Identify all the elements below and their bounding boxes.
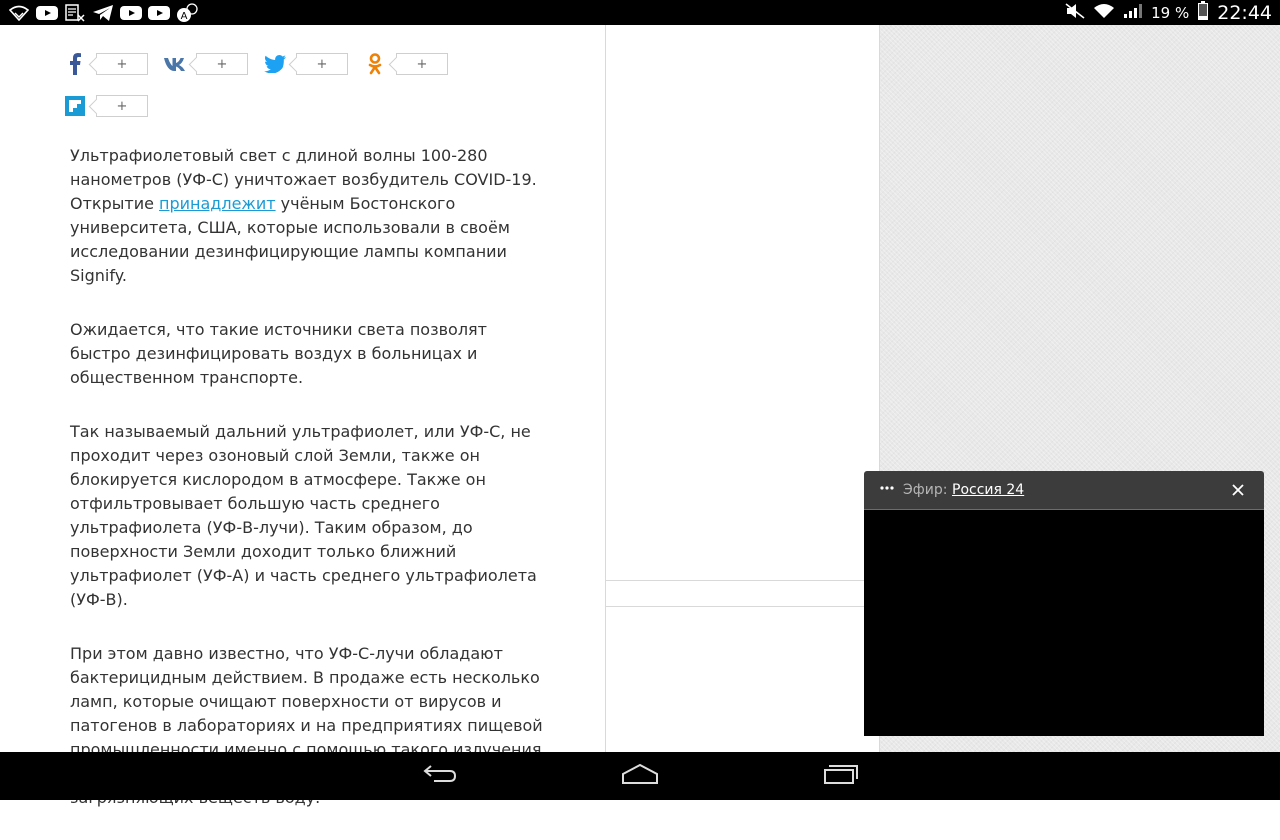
- share-count[interactable]: +: [196, 53, 248, 75]
- close-icon[interactable]: [1230, 482, 1246, 498]
- youtube-icon: [148, 5, 170, 21]
- share-vk[interactable]: +: [164, 53, 248, 75]
- divider: [606, 606, 879, 607]
- share-count[interactable]: +: [96, 95, 148, 117]
- recent-apps-button[interactable]: [820, 762, 860, 790]
- article-body: Ультрафиолетовый свет с длиной волны 100…: [70, 144, 550, 840]
- status-bar: A 19 % 22:44: [0, 0, 1280, 25]
- notification-icons: A: [0, 2, 198, 22]
- telegram-icon: [92, 4, 114, 21]
- article-paragraph: Ожидается, что такие источники света поз…: [70, 320, 487, 387]
- share-flipboard[interactable]: +: [64, 95, 148, 117]
- video-area[interactable]: [864, 510, 1264, 736]
- navigation-bar: [0, 752, 1280, 800]
- article-paragraph: Ультрафиолетовый свет с длиной волны 100…: [70, 144, 550, 288]
- back-button[interactable]: [420, 762, 460, 790]
- share-bar: + + + +: [64, 53, 464, 75]
- divider: [606, 580, 879, 581]
- more-icon[interactable]: [880, 480, 894, 500]
- youtube-icon: [36, 5, 58, 21]
- vk-icon[interactable]: [164, 53, 186, 75]
- document-icon: [64, 3, 86, 22]
- share-count[interactable]: +: [296, 53, 348, 75]
- share-bar-secondary: +: [64, 95, 164, 117]
- share-twitter[interactable]: +: [264, 53, 348, 75]
- article-paragraph: Так называемый дальний ультрафиолет, или…: [70, 422, 537, 609]
- odnoklassniki-icon[interactable]: [364, 53, 386, 75]
- svg-text:A: A: [181, 11, 188, 22]
- channel-link[interactable]: Россия 24: [952, 482, 1024, 498]
- source-link[interactable]: принадлежит: [159, 194, 276, 213]
- signal-icon: [1123, 3, 1143, 23]
- system-status: 19 % 22:44: [1065, 0, 1272, 25]
- accessibility-icon: A: [176, 2, 198, 22]
- facebook-icon[interactable]: [64, 53, 86, 75]
- wifi-plus-icon: [8, 5, 30, 21]
- home-icon: [621, 763, 659, 789]
- flipboard-icon[interactable]: [64, 95, 86, 117]
- youtube-icon: [120, 5, 142, 21]
- share-count[interactable]: +: [96, 53, 148, 75]
- player-header: Эфир: Россия 24: [864, 471, 1264, 510]
- share-odnoklassniki[interactable]: +: [364, 53, 448, 75]
- share-facebook[interactable]: +: [64, 53, 148, 75]
- clock: 22:44: [1217, 1, 1272, 24]
- battery-icon: [1197, 0, 1209, 25]
- mute-icon: [1065, 2, 1085, 23]
- live-broadcast-player[interactable]: Эфир: Россия 24: [864, 471, 1264, 736]
- broadcast-label: Эфир:: [903, 482, 948, 498]
- back-icon: [422, 763, 458, 789]
- wifi-icon: [1093, 3, 1115, 23]
- recent-apps-icon: [821, 763, 859, 789]
- battery-percent: 19 %: [1151, 3, 1190, 22]
- article-column: + + + + + Ультрафиолетовый свет с длиной…: [0, 25, 605, 807]
- home-button[interactable]: [620, 762, 660, 790]
- sidebar-column: [606, 25, 879, 752]
- share-count[interactable]: +: [396, 53, 448, 75]
- twitter-icon[interactable]: [264, 53, 286, 75]
